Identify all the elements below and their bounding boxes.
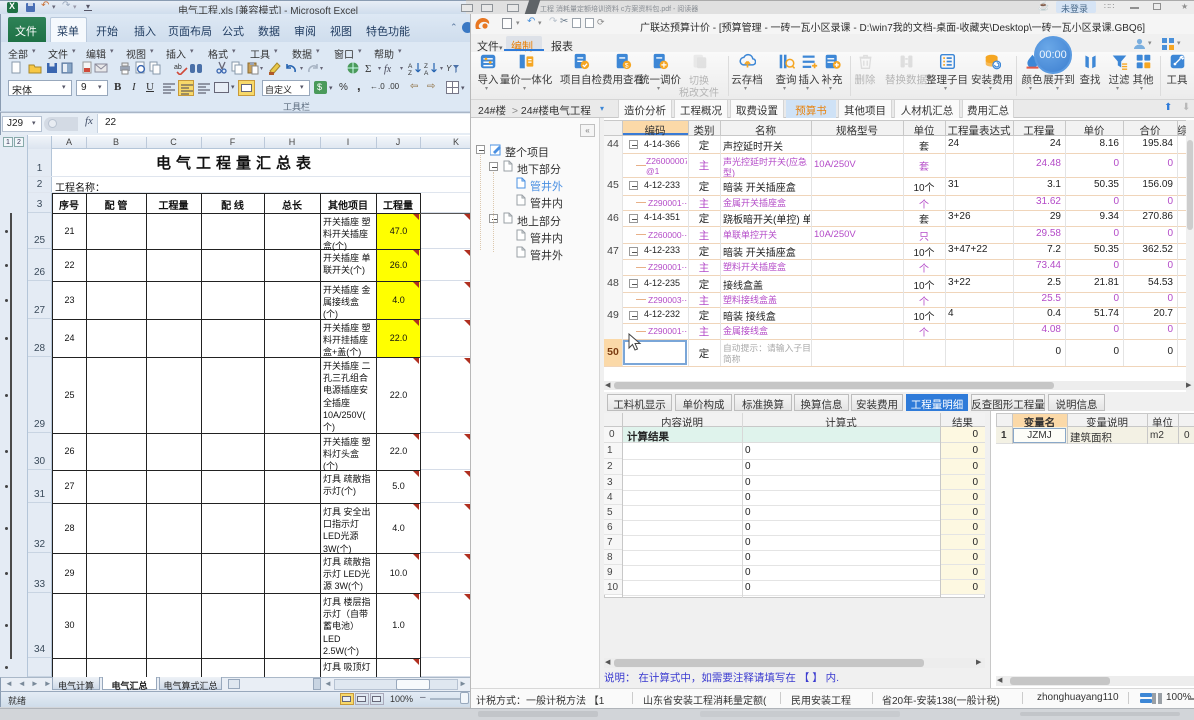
svg-text:Σ: Σ <box>365 63 371 75</box>
svg-text:A: A <box>408 63 413 70</box>
svg-text:ab: ab <box>174 64 182 71</box>
svg-text:A: A <box>424 70 429 75</box>
svg-text:fx: fx <box>384 64 392 75</box>
svg-text:$: $ <box>625 62 629 69</box>
svg-text:Z: Z <box>408 70 412 75</box>
svg-text:Z: Z <box>424 63 428 70</box>
